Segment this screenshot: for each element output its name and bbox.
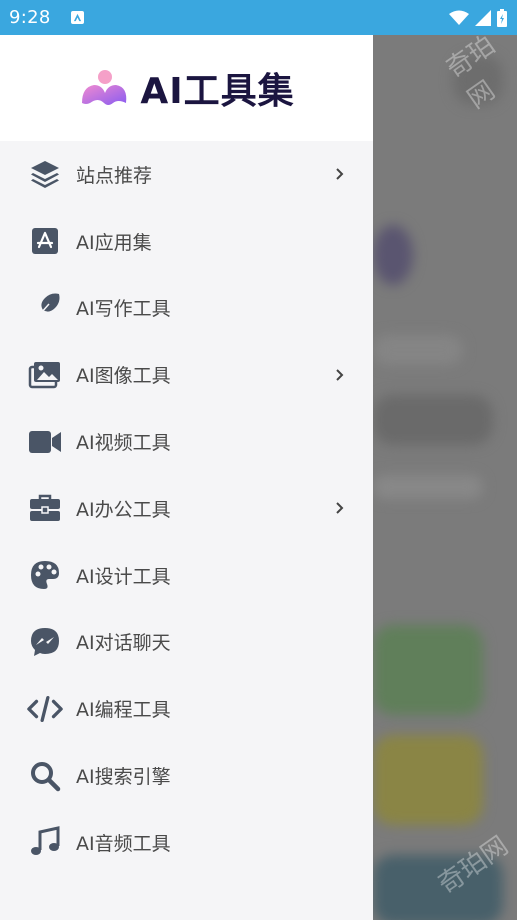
menu-item-ai-audio[interactable]: AI音频工具 — [0, 809, 373, 876]
chevron-right-icon — [336, 369, 344, 381]
video-camera-icon — [27, 424, 63, 460]
notification-icon — [70, 11, 84, 24]
menu-item-label: AI音频工具 — [76, 832, 171, 855]
menu-item-label: AI搜索引擎 — [76, 766, 171, 789]
chevron-right-icon — [336, 168, 344, 181]
menu-item-ai-chat[interactable]: AI对话聊天 — [0, 609, 373, 676]
menu-item-ai-image[interactable]: AI图像工具 — [0, 341, 373, 408]
briefcase-icon — [27, 490, 63, 526]
background-content[interactable]: 奇珀网 奇珀网 — [373, 35, 517, 920]
menu-item-ai-office[interactable]: AI办公工具 — [0, 475, 373, 542]
menu-item-label: AI编程工具 — [76, 699, 171, 722]
battery-icon — [497, 8, 507, 27]
signal-icon — [475, 9, 491, 26]
search-icon — [27, 758, 63, 794]
feather-icon — [27, 290, 63, 326]
drawer-menu: 站点推荐 AI应用集 AI写作工具 AI图像工具 AI视频工具 AI办公工具 A… — [0, 141, 373, 876]
app-title: AI工具集 — [140, 71, 295, 112]
app-logo[interactable]: AI工具集 — [78, 62, 294, 114]
menu-item-label: AI办公工具 — [76, 498, 171, 521]
menu-item-label: 站点推荐 — [76, 164, 153, 187]
music-note-icon — [27, 824, 63, 860]
code-icon — [27, 691, 63, 727]
menu-item-label: AI视频工具 — [76, 432, 171, 455]
menu-item-label: AI对话聊天 — [76, 632, 171, 655]
chevron-right-icon — [336, 502, 344, 515]
menu-item-ai-apps[interactable]: AI应用集 — [0, 208, 373, 275]
navigation-drawer: AI工具集 站点推荐 AI应用集 AI写作工具 AI图像工具 AI视频工具 AI… — [0, 35, 373, 920]
status-bar: 9:28 — [0, 0, 517, 35]
menu-item-ai-design[interactable]: AI设计工具 — [0, 542, 373, 609]
images-icon — [27, 357, 63, 393]
messenger-icon — [27, 624, 63, 660]
menu-item-label: AI写作工具 — [76, 298, 171, 321]
drawer-header: AI工具集 — [0, 35, 373, 141]
menu-item-label: AI应用集 — [76, 231, 152, 254]
menu-item-ai-writing[interactable]: AI写作工具 — [0, 275, 373, 342]
menu-item-ai-search[interactable]: AI搜索引擎 — [0, 742, 373, 809]
palette-icon — [27, 557, 63, 593]
app-store-icon — [27, 223, 63, 259]
watermark: 奇珀网 — [441, 35, 501, 115]
menu-item-ai-coding[interactable]: AI编程工具 — [0, 675, 373, 742]
menu-item-ai-video[interactable]: AI视频工具 — [0, 408, 373, 475]
menu-item-label: AI设计工具 — [76, 565, 171, 588]
menu-item-site-recommend[interactable]: 站点推荐 — [0, 141, 373, 208]
menu-item-label: AI图像工具 — [76, 365, 171, 388]
layers-icon — [27, 156, 63, 192]
logo-mark-icon — [82, 70, 127, 105]
wifi-icon — [449, 10, 469, 25]
status-time: 9:28 — [9, 7, 51, 28]
